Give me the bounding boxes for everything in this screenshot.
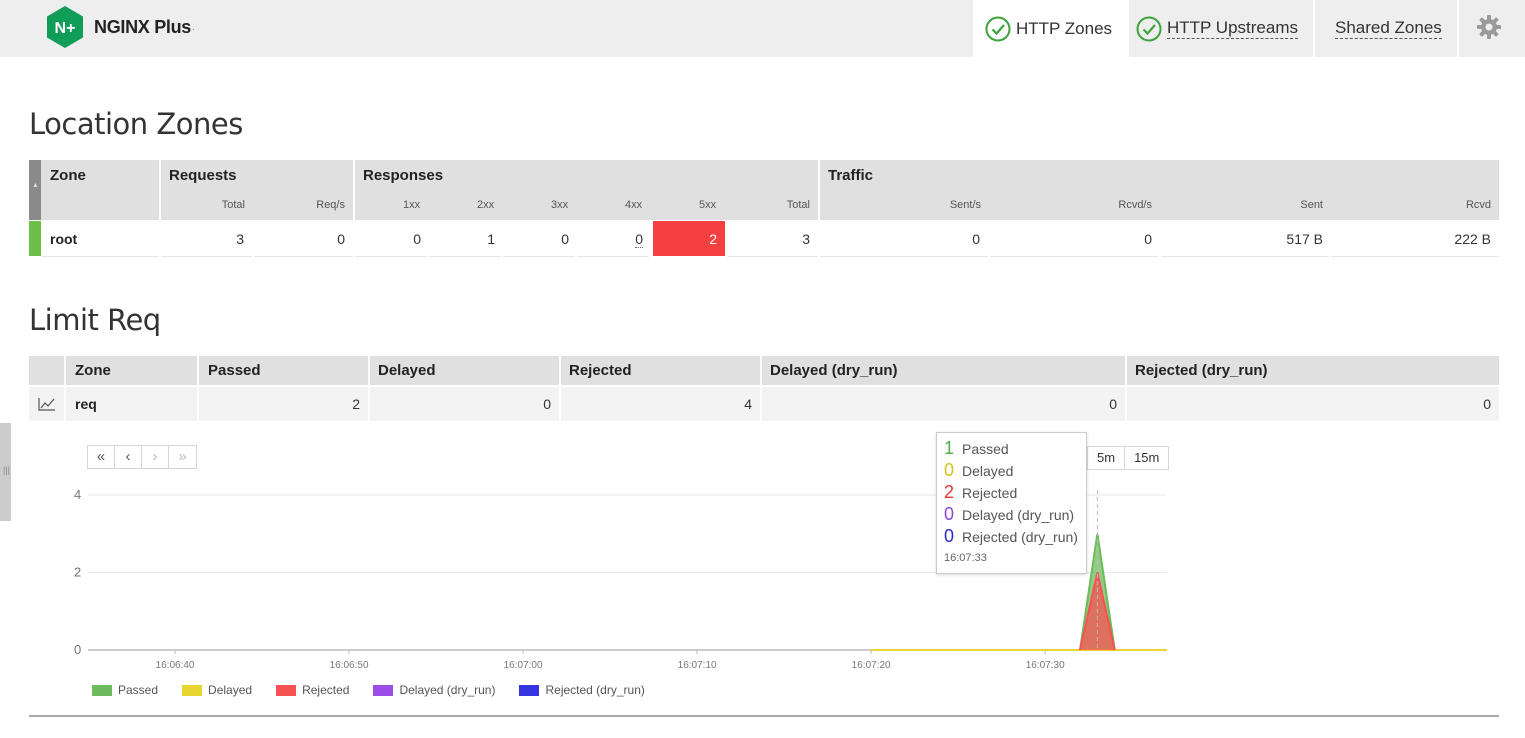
tab-label: HTTP Zones: [1016, 18, 1113, 38]
x-tick-label: 16:07:30: [1026, 660, 1065, 671]
legend-item-rejected[interactable]: Rejected: [276, 683, 349, 697]
tooltip-item-rejected-dry-run: 0 Rejected (dry_run): [944, 526, 1078, 546]
legend-item-rejected-dry-run[interactable]: Rejected (dry_run): [519, 683, 645, 697]
tooltip-item-delayed: 0 Delayed: [944, 460, 1014, 480]
section-divider: [29, 715, 1499, 717]
responses-header: Responses 1xx 2xx 3xx 4xx 5xx Total: [355, 160, 818, 220]
pager-prev-button[interactable]: ‹: [115, 446, 142, 468]
traffic-rcvd-cell: 222 B: [1331, 221, 1499, 257]
y-tick-label: 2: [74, 565, 81, 580]
zone-header[interactable]: Zone: [41, 160, 159, 220]
limit-zone-header[interactable]: Zone: [66, 356, 197, 385]
tab-http-zones[interactable]: HTTP Zones: [973, 0, 1127, 57]
x-tick-label: 16:06:50: [330, 660, 369, 671]
tab-shared-zones[interactable]: Shared Zones: [1335, 0, 1455, 57]
app-name: NGINX Plus: [94, 16, 192, 37]
rejected-dry-run-cell: 0: [1127, 387, 1499, 421]
delayed-dry-run-header: Delayed (dry_run): [762, 356, 1125, 385]
range-5m-button[interactable]: 5m: [1088, 447, 1126, 469]
delayed-cell: 0: [370, 387, 559, 421]
legend-item-delayed-dry-run[interactable]: Delayed (dry_run): [373, 683, 495, 697]
limit-zone-cell: req: [66, 387, 197, 421]
zone-status-indicator: [29, 221, 41, 256]
pager-next-button[interactable]: ›: [142, 446, 169, 468]
responses-total-cell: 3: [727, 221, 818, 257]
rejected-header: Rejected: [561, 356, 760, 385]
traffic-header: Traffic Sent/s Rcvd/s Sent Rcvd: [820, 160, 1499, 220]
x-tick-label: 16:06:40: [156, 660, 195, 671]
limit-req-title: Limit Req: [29, 303, 161, 337]
location-zones-title: Location Zones: [29, 107, 243, 141]
time-range-selector: 5m 15m: [1087, 446, 1170, 470]
svg-text:N+: N+: [55, 20, 76, 37]
range-15m-button[interactable]: 15m: [1125, 447, 1168, 469]
table-row-zone: root: [41, 221, 159, 257]
responses-3xx-cell: 0: [503, 221, 575, 257]
tab-label: HTTP Upstreams: [1167, 18, 1298, 39]
sort-indicator[interactable]: ▲: [29, 160, 41, 220]
chart-tooltip: 1 Passed 0 Delayed 2 Rejected 0 Delayed …: [936, 432, 1087, 574]
responses-4xx-cell[interactable]: 0: [577, 221, 649, 257]
legend-item-delayed[interactable]: Delayed: [182, 683, 252, 697]
responses-2xx-cell: 1: [429, 221, 501, 257]
pager-last-button[interactable]: »: [169, 446, 196, 468]
requests-header: Requests Total Req/s: [161, 160, 353, 220]
gear-icon[interactable]: [1476, 14, 1502, 40]
check-circle-icon: [985, 16, 1011, 41]
requests-total-cell: 3: [161, 221, 252, 257]
delayed-dry-run-cell: 0: [762, 387, 1125, 421]
requests-rate-cell: 0: [254, 221, 353, 257]
pager-first-button[interactable]: «: [88, 446, 115, 468]
y-tick-label: 4: [74, 487, 81, 502]
tab-http-upstreams[interactable]: HTTP Upstreams: [1136, 0, 1313, 57]
responses-5xx-cell: 2: [653, 221, 725, 256]
passed-header: Passed: [199, 356, 368, 385]
delayed-header: Delayed: [370, 356, 559, 385]
chart-legend: Passed Delayed Rejected Delayed (dry_run…: [92, 683, 669, 697]
nginx-plus-logo[interactable]: N+ NGINX Plus.: [45, 5, 195, 49]
tooltip-item-passed: 1 Passed: [944, 438, 1009, 458]
passed-cell: 2: [199, 387, 368, 421]
tooltip-time: 16:07:33: [944, 552, 987, 564]
x-tick-label: 16:07:10: [678, 660, 717, 671]
traffic-rcvd-rate-cell: 0: [990, 221, 1158, 257]
rejected-cell: 4: [561, 387, 760, 421]
top-bar: N+ NGINX Plus. HTTP Zones HTTP Upstreams…: [0, 0, 1525, 57]
responses-1xx-cell: 0: [355, 221, 427, 257]
line-chart-icon: [38, 398, 55, 411]
traffic-sent-cell: 517 B: [1161, 221, 1329, 257]
tooltip-item-rejected: 2 Rejected: [944, 482, 1018, 502]
rejected-dry-run-header: Rejected (dry_run): [1127, 356, 1499, 385]
nginx-hexagon-icon: N+: [47, 6, 83, 48]
x-tick-label: 16:07:00: [504, 660, 543, 671]
traffic-sent-rate-cell: 0: [820, 221, 988, 257]
tooltip-item-delayed-dry-run: 0 Delayed (dry_run): [944, 504, 1075, 524]
check-circle-icon: [1136, 16, 1162, 41]
y-tick-label: 0: [74, 642, 81, 657]
tab-label: Shared Zones: [1335, 18, 1442, 39]
x-tick-label: 16:07:20: [852, 660, 891, 671]
toggle-chart-button[interactable]: [29, 387, 64, 421]
legend-item-passed[interactable]: Passed: [92, 683, 158, 697]
chart-pager: « ‹ › »: [87, 445, 197, 469]
